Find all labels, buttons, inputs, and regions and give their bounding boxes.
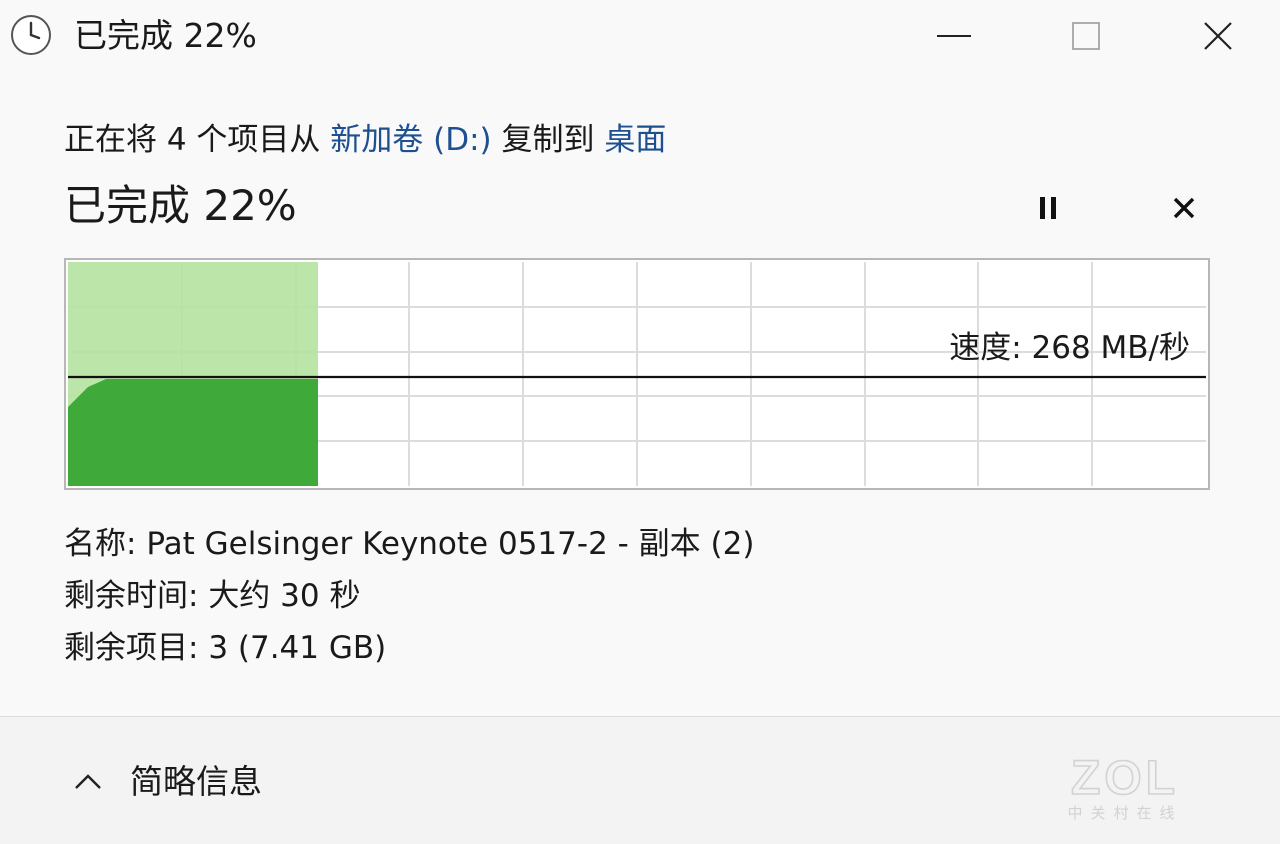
maximize-icon	[1072, 22, 1100, 50]
pause-button[interactable]	[1024, 184, 1072, 232]
copy-progress-window: 已完成 22% 正在将 4 个项目从 新加卷 (D:) 复制到 桌面 已完成 2…	[0, 0, 1280, 844]
pause-icon	[1040, 197, 1056, 219]
transfer-description: 正在将 4 个项目从 新加卷 (D:) 复制到 桌面	[64, 118, 666, 162]
detail-name: 名称: Pat Gelsinger Keynote 0517-2 - 副本 (2…	[64, 522, 754, 566]
clock-icon	[11, 15, 51, 55]
zol-watermark-logo: ZOL 中关村在线	[1067, 751, 1182, 822]
close-window-button[interactable]	[1168, 0, 1268, 72]
time-value: 大约 30 秒	[208, 578, 361, 614]
cancel-button[interactable]	[1160, 184, 1208, 232]
source-link[interactable]: 新加卷 (D:)	[330, 122, 491, 158]
detail-time-remaining: 剩余时间: 大约 30 秒	[64, 574, 360, 618]
name-label: 名称:	[64, 526, 147, 562]
minimize-icon	[937, 35, 971, 37]
window-title: 已完成 22%	[74, 16, 257, 55]
title-bar: 已完成 22%	[0, 0, 1280, 76]
items-label: 剩余项目:	[64, 630, 209, 666]
maximize-button[interactable]	[1036, 0, 1136, 72]
description-middle: 复制到	[491, 122, 605, 158]
fewer-details-label: 简略信息	[130, 762, 262, 801]
speed-area-fill	[68, 379, 318, 486]
time-label: 剩余时间:	[64, 578, 209, 614]
detail-items-remaining: 剩余项目: 3 (7.41 GB)	[64, 626, 386, 670]
close-icon	[1204, 22, 1232, 50]
name-value: Pat Gelsinger Keynote 0517-2 - 副本 (2)	[146, 526, 755, 562]
description-prefix: 正在将 4 个项目从	[64, 122, 331, 158]
minimize-button[interactable]	[904, 0, 1004, 72]
svg-text:中关村在线: 中关村在线	[1067, 804, 1182, 822]
chevron-up-icon	[68, 762, 108, 802]
cancel-icon	[1173, 197, 1195, 219]
items-value: 3 (7.41 GB)	[208, 630, 387, 666]
svg-text:ZOL: ZOL	[1071, 752, 1179, 805]
progress-percent-heading: 已完成 22%	[64, 181, 297, 230]
fewer-details-button[interactable]: 简略信息	[68, 752, 262, 812]
speed-graph	[64, 258, 1210, 490]
destination-link[interactable]: 桌面	[604, 122, 666, 158]
speed-label: 速度: 268 MB/秒	[949, 330, 1190, 366]
